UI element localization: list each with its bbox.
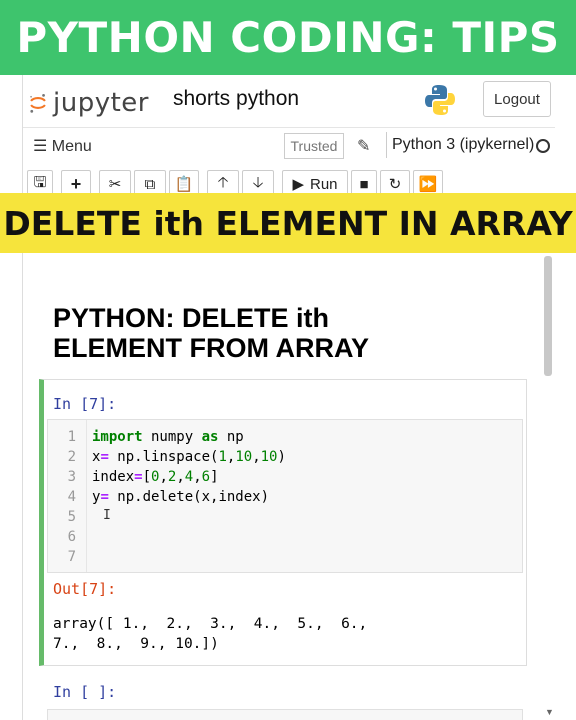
hamburger-icon: ☰ [33,138,48,155]
kernel-status-icon [536,139,550,153]
run-label: Run [310,175,338,193]
code-editor-2[interactable] [47,709,523,720]
code-line: y= np.delete(x,index) [92,489,270,505]
edit-pencil-icon[interactable]: ✎ [357,136,370,156]
line-number: 2 [67,449,76,465]
scroll-down-arrow-icon[interactable]: ▼ [545,707,554,717]
line-number: 1 [67,429,76,445]
line-number: 4 [67,489,76,505]
code-line: x= np.linspace(1,10,10) [92,449,286,465]
jupyter-header: jupyter shorts python Logout ☰ Menu Trus… [22,75,555,198]
line-number: 3 [67,469,76,485]
paste-icon: 📋 [174,176,194,193]
mid-banner-text: DELETE ith ELEMENT IN ARRAY [3,203,573,243]
heading-line-1: PYTHON: DELETE ith [53,303,329,333]
stop-icon: ■ [359,175,369,193]
output-line-1: array([ 1., 2., 3., 4., 5., 6., [53,616,368,632]
kernel-name[interactable]: Python 3 (ipykernel) [392,136,534,154]
python-logo-icon [425,85,455,115]
line-number: 5 [67,509,76,525]
plus-icon: + [70,173,82,194]
notebook-name[interactable]: shorts python [173,87,299,111]
line-number: 6 [67,529,76,545]
menu-button[interactable]: ☰ Menu [33,136,92,156]
input-prompt-2: In [ ]: [53,683,117,701]
heading-line-2: ELEMENT FROM ARRAY [53,333,370,363]
line-number-gutter: 1 2 3 4 5 6 7 [48,420,87,572]
top-banner-text: PYTHON CODING: TIPS [16,13,560,62]
scissors-icon: ✂ [108,176,122,193]
line-number: 7 [67,549,76,565]
divider [386,132,387,158]
code-editor[interactable]: 1 2 3 4 5 6 7 import numpy as np x= np.l… [47,419,523,573]
play-icon: ▶ [292,176,304,193]
fast-forward-icon: ⏩ [418,176,438,193]
menubar: ☰ Menu Trusted ✎ Python 3 (ipykernel) [23,127,555,160]
code-line: index=[0,2,4,6] [92,469,219,485]
restart-icon: ↻ [388,176,402,193]
menu-label: Menu [51,138,92,155]
output-line-2: 7., 8., 9., 10.]) [53,636,219,652]
markdown-heading: PYTHON: DELETE ith ELEMENT FROM ARRAY [53,303,533,363]
cell-output: array([ 1., 2., 3., 4., 5., 6., 7., 8., 9… [53,614,367,654]
output-prompt: Out[7]: [53,580,117,598]
notebook-panel: PYTHON: DELETE ith ELEMENT FROM ARRAY In… [22,253,555,720]
input-prompt: In [7]: [53,395,117,413]
trusted-indicator[interactable]: Trusted [284,133,344,159]
mid-banner: DELETE ith ELEMENT IN ARRAY [0,193,576,253]
jupyter-logo-icon [30,93,46,113]
logout-button[interactable]: Logout [483,81,551,117]
copy-icon: ⧉ [144,175,156,193]
jupyter-logo[interactable]: jupyter [29,85,149,121]
code-line: import numpy as np [92,429,244,445]
top-banner: PYTHON CODING: TIPS [0,0,576,75]
scrollbar-thumb[interactable] [544,256,552,376]
text-cursor-icon: I [103,508,111,523]
jupyter-logo-text: jupyter [53,88,149,118]
